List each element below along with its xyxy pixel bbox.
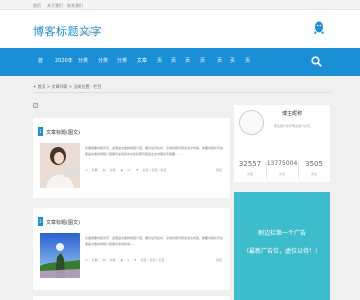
tag-icon: ⚑ [135, 168, 139, 172]
nav-item[interactable]: 页 [157, 57, 162, 64]
stat-value: 32557 [238, 160, 262, 168]
stat-value: 3505 [305, 160, 323, 168]
eye-icon: ◉ [120, 168, 124, 172]
nav-item[interactable]: 文章 [137, 57, 147, 64]
post-badge: 2 [38, 217, 43, 226]
post-title[interactable]: 文章标题(图文) [46, 219, 80, 226]
read-more-link[interactable]: 阅读 [216, 168, 222, 172]
stat-label: 文章 [246, 172, 253, 176]
author-widget: 博主昵称 博主简介文字博主简介文字 32557 文章 13775004 访问 3… [234, 105, 330, 182]
post-tags[interactable]: 标签 / 标签 / 标签 [143, 168, 167, 172]
post-category[interactable]: 分类 [109, 258, 115, 262]
post-views: 9 [127, 258, 129, 262]
post-meta: ◷ 日期 ▤ 分类 ◉ 9 ⚑ 标签 / 标签 / 标签 [85, 258, 169, 262]
nav-item[interactable]: 分类 [117, 57, 127, 64]
post-title[interactable]: 文章标题(图文) [46, 129, 80, 136]
folder-icon: ▤ [102, 258, 106, 262]
nav-item[interactable]: 页 [171, 57, 176, 64]
nav-item[interactable]: 页 [230, 57, 235, 64]
author-description: 博主简介文字博主简介文字 [274, 124, 311, 128]
post-tags[interactable]: 标签 / 标签 / 标签 [141, 258, 165, 262]
post-thumbnail[interactable] [40, 233, 80, 278]
broken-image-icon [33, 103, 38, 108]
nav-item[interactable]: 分类 [98, 57, 108, 64]
stat-label: 访问 [278, 172, 285, 176]
nav-item[interactable]: 首 [38, 57, 43, 64]
nav-item[interactable]: 页 [217, 57, 222, 64]
top-link[interactable]: 关于我们 [47, 3, 63, 9]
nav-item[interactable]: 页 [200, 57, 205, 64]
top-link[interactable]: 联系我们 [67, 3, 83, 9]
top-bar: 首页 关于我们 联系我们 [0, 0, 360, 10]
post-card: 2 文章标题(图文) 文章摘要内容文字，这里是文章的简短介绍，展示在列表中，点击… [33, 208, 230, 290]
avatar[interactable] [239, 110, 264, 135]
post-thumbnail[interactable] [40, 143, 80, 188]
home-icon: ✦ [33, 84, 37, 89]
eye-icon: ◉ [120, 258, 124, 262]
nav-item[interactable]: 页 [185, 57, 190, 64]
post-date: 日期 [91, 258, 98, 262]
breadcrumb-text[interactable]: 首页 > 文章列表 > 当前位置 · 栏目 [38, 84, 102, 89]
site-tagline: 副标题文字 [80, 30, 100, 35]
author-name[interactable]: 博主昵称 [282, 110, 302, 117]
post-views: 12 [127, 168, 131, 172]
ad-title: 侧边栏第一个广告 [257, 230, 306, 237]
post-category[interactable]: 分类 [109, 168, 115, 172]
ad-subtitle: （最新广告位，虚位以待！） [242, 248, 321, 255]
tag-icon: ⚑ [133, 258, 137, 262]
search-icon[interactable] [311, 56, 322, 67]
top-link[interactable]: 首页 [33, 3, 41, 9]
read-more-link[interactable]: 阅读 [216, 258, 222, 262]
main-nav: 首 2020年 分类 分类 分类 文章 页 页 页 页 页 页 页 [0, 48, 360, 76]
clock-icon: ◷ [85, 168, 88, 172]
nav-item[interactable]: 分类 [78, 57, 88, 64]
site-header: 博客标题文字 副标题文字 [0, 10, 360, 48]
post-date: 日期 [91, 168, 98, 172]
qq-icon[interactable] [314, 21, 324, 35]
post-excerpt: 文章摘要内容文字，这里是文章的简短介绍，展示在列表中，点击标题可阅读全文内容，摘… [85, 236, 224, 246]
post-meta: ◷ 日期 ▤ 分类 ◉ 12 ⚑ 标签 / 标签 / 标签 [85, 168, 170, 172]
clock-icon: ◷ [85, 258, 88, 262]
post-card [33, 296, 230, 300]
stat-label: 评论 [310, 172, 317, 176]
sidebar-ad[interactable]: 侧边栏第一个广告 （最新广告位，虚位以待！） [234, 192, 330, 300]
nav-item[interactable]: 页 [245, 57, 250, 64]
nav-item[interactable]: 2020年 [55, 57, 73, 64]
stat-value: 13775004 [266, 160, 298, 167]
post-card: 1 文章标题(图文) 文章摘要内容文字，这里是文章的简短介绍，展示在列表中，点击… [33, 118, 230, 198]
post-badge: 1 [38, 127, 43, 136]
divider [33, 92, 330, 93]
breadcrumb: ✦ 首页 > 文章列表 > 当前位置 · 栏目 [33, 84, 101, 90]
folder-icon: ▤ [102, 168, 106, 172]
post-excerpt: 文章摘要内容文字，这里是文章的简短介绍，展示在列表中，点击标题可阅读全文内容，摘… [85, 146, 224, 156]
